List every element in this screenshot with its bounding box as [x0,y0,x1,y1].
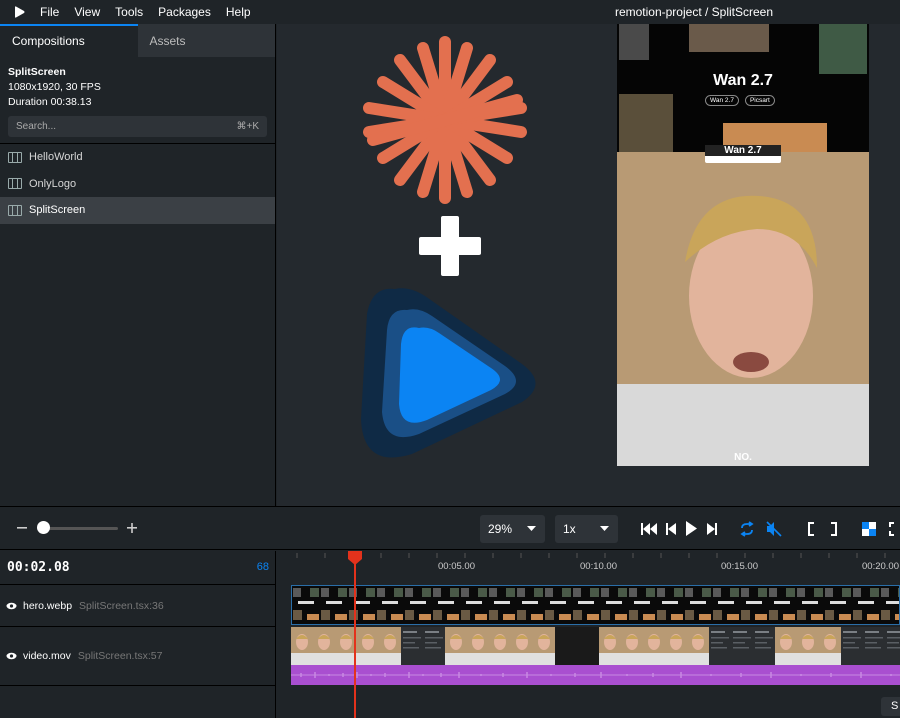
play-icon[interactable] [686,521,697,536]
timeline-corner-button-label: S [891,700,899,712]
composition-item-label: SplitScreen [29,204,86,217]
chevron-down-icon [527,526,536,531]
out-point-icon[interactable] [830,522,837,536]
search-placeholder: Search... [16,121,57,132]
timeline-track-list: 00:02.08 68 hero.webp SplitScreen.tsx:36… [0,551,276,718]
checkerboard-icon[interactable] [862,522,876,536]
eye-icon[interactable] [6,652,17,660]
zoom-select[interactable]: 29% [480,515,545,543]
fullscreen-icon[interactable] [889,522,900,536]
search-input[interactable]: Search... ⌘+K [8,116,267,137]
ruler-tick-label: 00:20.00 [862,561,899,572]
track-strip-video[interactable] [291,627,900,665]
film-icon [8,204,22,216]
ruler-tick-label: 00:15.00 [721,561,758,572]
composition-item-helloworld[interactable]: HelloWorld [0,144,275,171]
banner-text: Wan 2.7 [705,145,781,156]
timeline: 00:02.08 68 hero.webp SplitScreen.tsx:36… [0,551,900,718]
playhead-handle-icon[interactable] [348,551,362,565]
hero-badge-left: Wan 2.7 [705,95,739,106]
current-time: 00:02.08 [7,560,70,575]
tab-assets[interactable]: Assets [137,24,275,57]
preview-canvas: Wan 2.7 Wan 2.7 Picsart Wan 2.7 NO. [277,24,900,506]
chevron-down-icon [600,526,609,531]
search-shortcut: ⌘+K [236,121,259,132]
speed-select[interactable]: 1x [555,515,618,543]
sidebar-tabs: Compositions Assets [0,24,275,57]
zoom-select-value: 29% [488,522,513,536]
tab-compositions[interactable]: Compositions [0,24,138,57]
plus-icon [419,216,481,276]
composition-item-label: HelloWorld [29,151,83,164]
hero-badge-right: Picsart [744,95,775,106]
composition-name: SplitScreen [8,66,66,78]
playback-controls: 29% 1x [0,506,900,550]
track-file-name: hero.webp [23,599,73,612]
composition-format: 1080x1920, 30 FPS [8,81,101,93]
hero-title: Wan 2.7 [713,72,773,89]
track-strip-hero[interactable] [291,585,900,625]
film-icon [8,178,22,190]
timeline-corner-button[interactable]: S [881,697,900,716]
composition-duration: Duration 00:38.13 [8,96,92,108]
current-frame: 68 [256,561,269,573]
menu-bar: File View Tools Packages Help remotion-p… [0,0,900,24]
audio-waveform[interactable] [291,665,900,685]
zoom-out-icon[interactable] [16,522,28,534]
composition-item-splitscreen[interactable]: SplitScreen [0,197,275,224]
mute-icon[interactable] [766,521,782,537]
step-forward-icon[interactable] [707,522,717,536]
remotion-play-logo-icon [361,288,536,458]
composition-item-onlylogo[interactable]: OnlyLogo [0,171,275,198]
zoom-slider[interactable] [38,527,118,530]
ruler-tick-label: 00:10.00 [580,561,617,572]
in-point-icon[interactable] [808,522,815,536]
track-source-link[interactable]: SplitScreen.tsx:36 [79,600,164,612]
step-back-icon[interactable] [666,522,676,536]
starburst-logo-icon [363,36,527,204]
track-source-link[interactable]: SplitScreen.tsx:57 [78,650,163,662]
window-title: remotion-project / SplitScreen [614,5,774,19]
zoom-slider-thumb[interactable] [37,521,50,534]
speed-select-value: 1x [563,522,576,536]
video-preview-frame [617,24,869,466]
caption-text: NO. [734,452,752,463]
zoom-in-icon[interactable] [126,522,138,534]
composition-list: HelloWorld OnlyLogo SplitScreen [0,143,275,224]
composition-info: SplitScreen 1080x1920, 30 FPS Duration 0… [0,57,275,110]
jump-to-start-icon[interactable] [641,522,657,536]
composition-item-label: OnlyLogo [29,177,77,190]
loop-icon[interactable] [739,521,755,537]
track-label-hero[interactable]: hero.webp SplitScreen.tsx:36 [0,584,276,626]
track-label-video[interactable]: video.mov SplitScreen.tsx:57 [0,626,276,686]
playhead-line[interactable] [354,557,356,718]
sidebar: Compositions Assets SplitScreen 1080x192… [0,24,276,506]
eye-icon[interactable] [6,602,17,610]
ruler-tick-label: 00:05.00 [438,561,475,572]
hero-badges: Wan 2.7 Picsart [705,95,775,106]
track-file-name: video.mov [23,650,71,662]
film-icon [8,151,22,163]
